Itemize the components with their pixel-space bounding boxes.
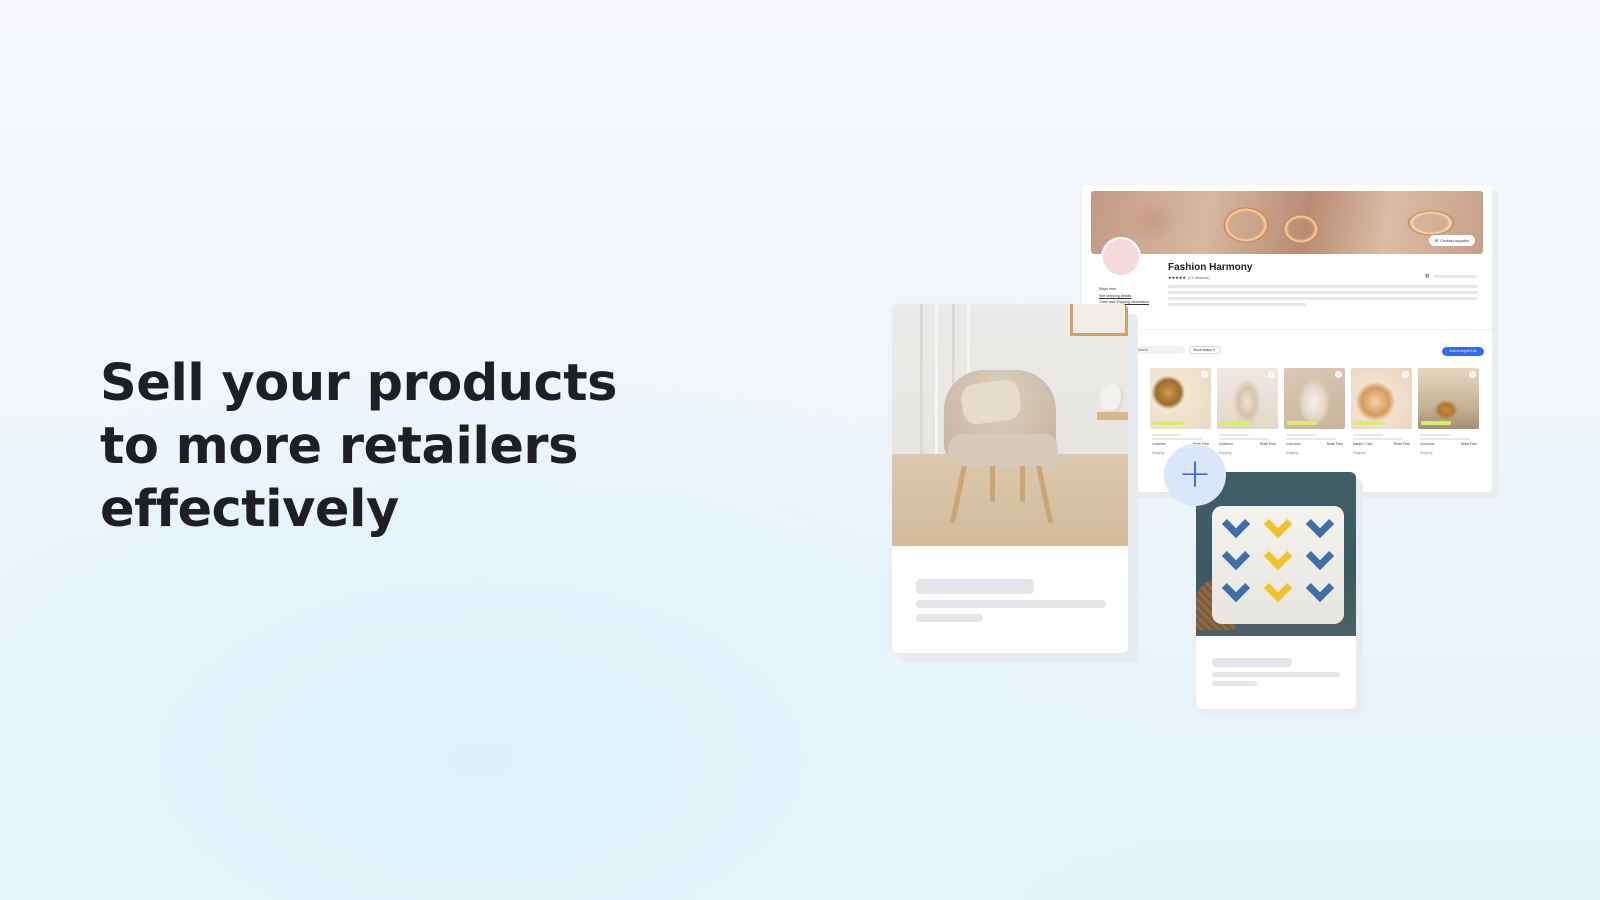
placeholder-line: [1168, 285, 1478, 288]
pattern-chevron: [1263, 509, 1293, 539]
contact-supplier-label: Contact supplier: [1440, 238, 1469, 243]
product-tile[interactable]: ♡ Customer Retail Price Shipping: [1217, 368, 1278, 468]
supplier-banner-image: ✉ Contact supplier: [1091, 191, 1483, 254]
tile-left-label: Cost price: [1286, 442, 1301, 446]
pillow: [1212, 506, 1344, 624]
heart-icon[interactable]: ♡: [1402, 371, 1409, 378]
section-divider: [1082, 329, 1492, 330]
pattern-chevron: [1221, 509, 1251, 539]
tile-left-label: Margin / Cost: [1353, 442, 1372, 446]
heart-icon[interactable]: ♡: [1268, 371, 1275, 378]
pattern-chevron: [1263, 573, 1293, 603]
pillow-product-card[interactable]: [1196, 472, 1356, 709]
chevron-down-icon: ▾: [1213, 348, 1215, 352]
title-skeleton: [916, 579, 1034, 594]
title-skeleton: [1212, 658, 1292, 667]
product-image: ♡: [1351, 368, 1412, 429]
description-skeleton: [1212, 672, 1340, 677]
stock-status-filter[interactable]: Stock status ▾: [1189, 346, 1221, 354]
price-skeleton: [1212, 681, 1257, 686]
pattern-chevron: [1305, 573, 1335, 603]
product-image: ♡: [1150, 368, 1211, 429]
review-count: (21 reviews): [1187, 275, 1210, 280]
tile-left-label: Cost price: [1420, 442, 1435, 446]
picture-frame: [1070, 304, 1128, 336]
description-skeleton: [916, 600, 1106, 608]
placeholder-line: [1219, 434, 1249, 436]
headline-line-1: Sell your products: [100, 354, 618, 413]
mail-icon: ✉: [1434, 238, 1439, 243]
tile-sub-label: Shipping: [1420, 451, 1433, 455]
pattern-chevron: [1221, 541, 1251, 571]
tile-right-label: Retail Price: [1259, 442, 1276, 446]
store-name: Fashion Harmony: [1168, 262, 1253, 273]
product-tile[interactable]: ♡ Margin / Cost Retail Price Shipping: [1351, 368, 1412, 468]
globe-icon: ◍: [1425, 273, 1430, 279]
pattern-chevron: [1305, 509, 1335, 539]
placeholder-line: [1168, 297, 1478, 300]
chair-seat: [948, 434, 1058, 466]
chair-leg: [1035, 464, 1054, 524]
chair-leg: [1020, 462, 1025, 502]
product-tile[interactable]: ♡ Cost price Retail Price Shipping: [1284, 368, 1345, 468]
product-badge: [1354, 421, 1384, 425]
supplier-page-preview: ✉ Contact supplier Fashion Harmony ★★★★★…: [1082, 185, 1492, 492]
product-tile[interactable]: ♡ Cost price Retail Price Shipping: [1418, 368, 1479, 468]
product-badge: [1153, 421, 1183, 425]
plus-icon[interactable]: +: [1164, 444, 1226, 506]
placeholder-line: [1152, 434, 1182, 436]
placeholder-line: [1353, 438, 1403, 440]
side-table: [1097, 412, 1128, 420]
price-skeleton: [916, 614, 983, 622]
contact-supplier-button[interactable]: ✉ Contact supplier: [1428, 235, 1475, 246]
product-badge: [1220, 421, 1250, 425]
heart-icon[interactable]: ♡: [1335, 371, 1342, 378]
heart-icon[interactable]: ♡: [1469, 371, 1476, 378]
tile-left-label: Customer: [1152, 442, 1166, 446]
pattern-chevron: [1263, 541, 1293, 571]
tile-sub-label: Shipping: [1219, 451, 1232, 455]
placeholder-line: [1433, 275, 1477, 278]
wall-panel: [920, 304, 938, 454]
armchair-product-card[interactable]: [892, 304, 1128, 653]
tile-right-label: Retail Price: [1460, 442, 1477, 446]
tile-sub-label: Shipping: [1286, 451, 1299, 455]
placeholder-line: [1286, 438, 1336, 440]
tile-sub-label: Shipping: [1353, 451, 1366, 455]
pattern-chevron: [1221, 573, 1251, 603]
add-to-import-list-button[interactable]: Add to import List: [1442, 347, 1484, 356]
product-image: ♡: [1284, 368, 1345, 429]
product-image: ♡: [1217, 368, 1278, 429]
placeholder-line: [1353, 434, 1383, 436]
product-image: ♡: [1418, 368, 1479, 429]
placeholder-line: [1420, 438, 1470, 440]
product-badge: [1287, 421, 1317, 425]
headline-line-2: to more retailers: [100, 417, 578, 476]
tile-right-label: Retail Price: [1326, 442, 1343, 446]
chair-leg: [990, 462, 995, 502]
stock-status-label: Stock status: [1193, 348, 1213, 352]
placeholder-line: [1420, 434, 1450, 436]
tile-left-label: Customer: [1219, 442, 1233, 446]
placeholder-line: [1286, 434, 1316, 436]
tile-right-label: Retail Price: [1393, 442, 1410, 446]
product-badge: [1421, 421, 1451, 425]
chair-leg: [949, 464, 968, 524]
armchair-product-image: [892, 304, 1128, 546]
tile-sub-label: Shipping: [1152, 451, 1165, 455]
rating-stars: ★★★★★: [1168, 275, 1186, 280]
store-rating: ★★★★★ (21 reviews): [1168, 275, 1210, 280]
pillow-product-image: [1196, 472, 1356, 636]
placeholder-line: [1168, 291, 1478, 294]
placeholder-line: [1219, 438, 1269, 440]
placeholder-line: [1152, 438, 1202, 440]
hero-headline: Sell your products to more retailers eff…: [100, 352, 660, 541]
vase: [1100, 384, 1124, 414]
supplier-avatar: [1101, 237, 1141, 277]
placeholder-line: [1168, 303, 1306, 306]
product-search-input[interactable]: Search: [1129, 346, 1185, 354]
heart-icon[interactable]: ♡: [1201, 371, 1208, 378]
pattern-chevron: [1305, 541, 1335, 571]
headline-line-3: effectively: [100, 480, 399, 539]
